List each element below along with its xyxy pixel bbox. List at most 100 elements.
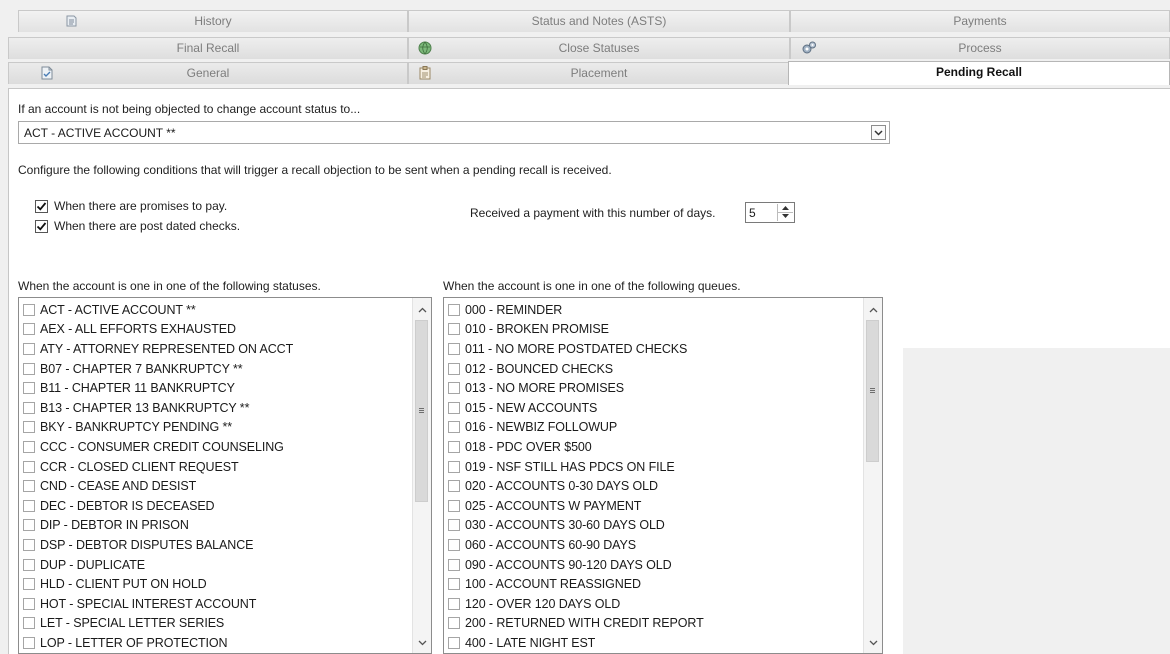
tab-status-and-notes[interactable]: Status and Notes (ASTS) [408, 10, 790, 32]
list-item[interactable]: ATY - ATTORNEY REPRESENTED ON ACCT [21, 339, 411, 359]
list-item[interactable]: HLD - CLIENT PUT ON HOLD [21, 574, 411, 594]
item-checkbox[interactable] [448, 303, 460, 316]
item-checkbox[interactable] [23, 421, 35, 434]
item-checkbox[interactable] [23, 303, 35, 316]
list-item[interactable]: 100 - ACCOUNT REASSIGNED [446, 574, 862, 594]
list-item[interactable]: B13 - CHAPTER 13 BANKRUPTCY ** [21, 398, 411, 418]
list-item[interactable]: 013 - NO MORE PROMISES [446, 378, 862, 398]
list-item[interactable]: B11 - CHAPTER 11 BANKRUPTCY [21, 378, 411, 398]
item-checkbox[interactable] [23, 538, 35, 551]
item-checkbox[interactable] [23, 617, 35, 630]
item-checkbox[interactable] [23, 440, 35, 453]
promises-checkbox[interactable] [35, 200, 48, 213]
payment-days-spinner[interactable]: 5 [745, 202, 795, 223]
list-item[interactable]: DSP - DEBTOR DISPUTES BALANCE [21, 535, 411, 555]
item-checkbox[interactable] [23, 499, 35, 512]
item-checkbox[interactable] [448, 499, 460, 512]
tab-general[interactable]: General [8, 62, 408, 84]
item-checkbox[interactable] [23, 382, 35, 395]
item-checkbox[interactable] [448, 323, 460, 336]
item-checkbox[interactable] [23, 401, 35, 414]
status-combobox[interactable]: ACT - ACTIVE ACCOUNT ** [18, 121, 890, 144]
item-checkbox[interactable] [23, 460, 35, 473]
list-item[interactable]: 060 - ACCOUNTS 60-90 DAYS [446, 535, 862, 555]
item-checkbox[interactable] [23, 362, 35, 375]
tab-process[interactable]: Process [790, 37, 1170, 59]
item-checkbox[interactable] [23, 342, 35, 355]
item-checkbox[interactable] [448, 480, 460, 493]
list-item[interactable]: 200 - RETURNED WITH CREDIT REPORT [446, 614, 862, 634]
list-item[interactable]: B07 - CHAPTER 7 BANKRUPTCY ** [21, 359, 411, 379]
list-item[interactable]: 020 - ACCOUNTS 0-30 DAYS OLD [446, 476, 862, 496]
list-item[interactable]: 019 - NSF STILL HAS PDCS ON FILE [446, 457, 862, 477]
list-item[interactable]: 000 - REMINDER [446, 300, 862, 320]
list-item[interactable]: ACT - ACTIVE ACCOUNT ** [21, 300, 411, 320]
tab-final-recall[interactable]: Final Recall [8, 37, 408, 59]
item-checkbox[interactable] [23, 578, 35, 591]
scroll-down-icon[interactable] [864, 634, 882, 651]
list-item[interactable]: LET - SPECIAL LETTER SERIES [21, 614, 411, 634]
list-item[interactable]: 030 - ACCOUNTS 30-60 DAYS OLD [446, 516, 862, 536]
tab-pending-recall[interactable]: Pending Recall [788, 61, 1170, 85]
spinner-down-icon[interactable] [778, 212, 793, 220]
scroll-up-icon[interactable] [864, 301, 882, 318]
list-item[interactable]: CND - CEASE AND DESIST [21, 476, 411, 496]
scroll-down-icon[interactable] [413, 634, 431, 651]
item-checkbox[interactable] [448, 460, 460, 473]
item-checkbox[interactable] [448, 538, 460, 551]
list-item[interactable]: 018 - PDC OVER $500 [446, 437, 862, 457]
list-item[interactable]: CCR - CLOSED CLIENT REQUEST [21, 457, 411, 477]
queues-list[interactable]: 000 - REMINDER 010 - BROKEN PROMISE 011 - … [443, 297, 883, 654]
item-checkbox[interactable] [448, 578, 460, 591]
list-item[interactable]: 090 - ACCOUNTS 90-120 DAYS OLD [446, 555, 862, 575]
item-checkbox[interactable] [23, 480, 35, 493]
item-checkbox[interactable] [23, 597, 35, 610]
list-item[interactable]: DEC - DEBTOR IS DECEASED [21, 496, 411, 516]
queues-scrollbar[interactable] [863, 298, 882, 653]
list-item[interactable]: LOP - LETTER OF PROTECTION [21, 633, 411, 653]
item-checkbox[interactable] [23, 558, 35, 571]
list-item[interactable]: HOT - SPECIAL INTEREST ACCOUNT [21, 594, 411, 614]
tab-history[interactable]: History [18, 10, 408, 32]
tab-payments[interactable]: Payments [790, 10, 1170, 32]
item-checkbox[interactable] [448, 597, 460, 610]
statuses-list[interactable]: ACT - ACTIVE ACCOUNT ** AEX - ALL EFFORTS… [18, 297, 432, 654]
tab-close-statuses[interactable]: Close Statuses [408, 37, 790, 59]
item-checkbox[interactable] [448, 342, 460, 355]
item-checkbox[interactable] [23, 323, 35, 336]
item-checkbox[interactable] [448, 421, 460, 434]
queues-scroll-thumb[interactable] [866, 320, 879, 462]
list-item-label: DUP - DUPLICATE [40, 557, 146, 572]
item-checkbox[interactable] [448, 519, 460, 532]
list-item[interactable]: 010 - BROKEN PROMISE [446, 320, 862, 340]
list-item[interactable]: 012 - BOUNCED CHECKS [446, 359, 862, 379]
list-item-label: DIP - DEBTOR IN PRISON [40, 518, 189, 533]
list-item[interactable]: 015 - NEW ACCOUNTS [446, 398, 862, 418]
tab-placement[interactable]: Placement [408, 62, 790, 84]
postdated-checkbox[interactable] [35, 220, 48, 233]
list-item[interactable]: CCC - CONSUMER CREDIT COUNSELING [21, 437, 411, 457]
item-checkbox[interactable] [23, 636, 35, 649]
scroll-up-icon[interactable] [413, 301, 431, 318]
list-item[interactable]: AEX - ALL EFFORTS EXHAUSTED [21, 320, 411, 340]
queues-list-items: 000 - REMINDER 010 - BROKEN PROMISE 011 - … [446, 300, 862, 653]
item-checkbox[interactable] [448, 382, 460, 395]
item-checkbox[interactable] [448, 401, 460, 414]
item-checkbox[interactable] [448, 636, 460, 649]
item-checkbox[interactable] [23, 519, 35, 532]
item-checkbox[interactable] [448, 617, 460, 630]
list-item[interactable]: BKY - BANKRUPTCY PENDING ** [21, 418, 411, 438]
list-item[interactable]: 016 - NEWBIZ FOLLOWUP [446, 418, 862, 438]
list-item[interactable]: 011 - NO MORE POSTDATED CHECKS [446, 339, 862, 359]
chevron-down-icon[interactable] [871, 125, 886, 140]
list-item[interactable]: 025 - ACCOUNTS W PAYMENT [446, 496, 862, 516]
statuses-scrollbar[interactable] [412, 298, 431, 653]
list-item[interactable]: DIP - DEBTOR IN PRISON [21, 516, 411, 536]
item-checkbox[interactable] [448, 440, 460, 453]
item-checkbox[interactable] [448, 362, 460, 375]
item-checkbox[interactable] [448, 558, 460, 571]
list-item[interactable]: 120 - OVER 120 DAYS OLD [446, 594, 862, 614]
list-item[interactable]: 400 - LATE NIGHT EST [446, 633, 862, 653]
statuses-scroll-thumb[interactable] [415, 320, 428, 502]
list-item[interactable]: DUP - DUPLICATE [21, 555, 411, 575]
